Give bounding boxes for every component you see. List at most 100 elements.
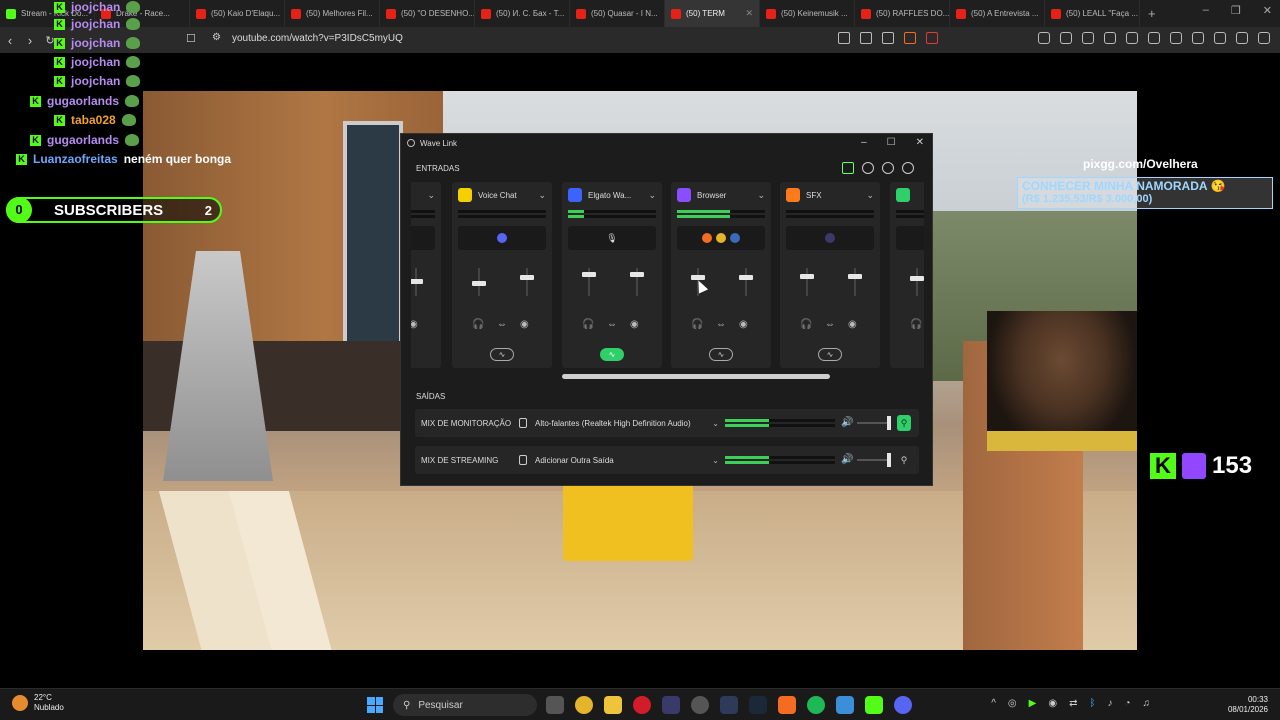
- minimize-icon[interactable]: –: [1203, 4, 1209, 17]
- headphones-icon[interactable]: 🎧: [910, 319, 922, 330]
- steam-icon[interactable]: [749, 696, 767, 714]
- extension-icon[interactable]: [1060, 32, 1072, 44]
- windows-start-icon[interactable]: [367, 697, 383, 713]
- listen-ear-icon[interactable]: ⚲: [897, 452, 911, 468]
- file-explorer-icon[interactable]: [604, 696, 622, 714]
- microphone-icon[interactable]: ♪: [1107, 698, 1112, 709]
- effects-toggle-icon[interactable]: ∿: [490, 348, 514, 361]
- obs-icon[interactable]: [691, 696, 709, 714]
- settings-gear-icon[interactable]: [882, 162, 894, 174]
- stream-fader-knob[interactable]: [520, 275, 534, 280]
- spotify-icon[interactable]: [807, 696, 825, 714]
- close-icon[interactable]: ✕: [916, 137, 924, 148]
- channel-apps[interactable]: [786, 226, 874, 250]
- leo-ai-icon[interactable]: [1214, 32, 1226, 44]
- channels-scrollbar[interactable]: [562, 374, 830, 379]
- broadcast-icon[interactable]: ◉: [739, 319, 748, 330]
- monitor-fader-knob[interactable]: [472, 281, 486, 286]
- channel-header[interactable]: ⌄: [896, 188, 924, 202]
- weather-widget[interactable]: 22°C Nublado: [12, 693, 64, 713]
- broadcast-icon[interactable]: ◉: [848, 319, 857, 330]
- site-info-icon[interactable]: ⚙: [212, 32, 221, 43]
- extensions-puzzle-icon[interactable]: [1126, 32, 1138, 44]
- link-icon[interactable]: ⇔: [607, 319, 617, 330]
- output-device-select[interactable]: Alto-falantes (Realtek High Definition A…: [519, 413, 719, 433]
- chevron-up-icon[interactable]: ^: [991, 698, 996, 709]
- extension-icon[interactable]: [1082, 32, 1094, 44]
- stream-fader-knob[interactable]: [630, 272, 644, 277]
- browser-tab[interactable]: (50) Melhores Fil...: [285, 0, 380, 27]
- brave-icon[interactable]: [778, 696, 796, 714]
- channel-header[interactable]: Elgato Wa... ⌄: [568, 188, 656, 202]
- headphones-icon[interactable]: 🎧: [800, 319, 812, 330]
- volume-icon[interactable]: 🔊: [841, 454, 853, 465]
- plugin-icon[interactable]: [842, 162, 854, 174]
- brave-shield-icon[interactable]: [904, 32, 916, 44]
- maximize-icon[interactable]: ☐: [887, 137, 896, 148]
- stream-fader-knob[interactable]: [411, 279, 423, 284]
- forward-icon[interactable]: ›: [20, 33, 40, 48]
- browser-tab[interactable]: (50) TERM ✕: [665, 0, 760, 27]
- chevron-down-icon[interactable]: ⌄: [648, 190, 656, 201]
- listen-ear-icon[interactable]: ⚲: [897, 415, 911, 431]
- bookmark-icon[interactable]: ☐: [186, 32, 196, 45]
- link-icon[interactable]: ⇔: [497, 319, 507, 330]
- extension-icon[interactable]: [1104, 32, 1116, 44]
- discord-icon[interactable]: [894, 696, 912, 714]
- browser-tab[interactable]: (50) LEALL "Faça ...: [1045, 0, 1140, 27]
- channel-header[interactable]: SFX ⌄: [786, 188, 874, 202]
- browser-tab[interactable]: (50) RAFFLES DO...: [855, 0, 950, 27]
- chevron-down-icon[interactable]: ⌄: [538, 190, 546, 201]
- taskbar-clock[interactable]: 00:33 08/01/2026: [1228, 695, 1268, 715]
- tray-app-icon[interactable]: ◎: [1008, 698, 1017, 709]
- effects-toggle-icon[interactable]: ∿: [709, 348, 733, 361]
- stream-fader-knob[interactable]: [848, 274, 862, 279]
- effects-toggle-icon[interactable]: ∿: [600, 348, 624, 361]
- minimize-icon[interactable]: –: [861, 137, 867, 148]
- wallet-icon[interactable]: [1192, 32, 1204, 44]
- url-text[interactable]: youtube.com/watch?v=P3IDsC5myUQ: [232, 33, 403, 44]
- task-view-icon[interactable]: [546, 696, 564, 714]
- channel-apps[interactable]: [458, 226, 546, 250]
- volume-icon[interactable]: ♫: [1143, 698, 1151, 709]
- kick-app-icon[interactable]: [865, 696, 883, 714]
- menu-icon[interactable]: [1258, 32, 1270, 44]
- browser-tab[interactable]: (50) "O DESENHO...: [380, 0, 475, 27]
- voice-focus-icon[interactable]: [862, 162, 874, 174]
- wave-link-taskbar-icon[interactable]: [720, 696, 738, 714]
- channel-header[interactable]: Browser ⌄: [677, 188, 765, 202]
- tray-app-icon[interactable]: ◉: [1048, 698, 1057, 709]
- vpn-icon[interactable]: [1236, 32, 1248, 44]
- zoom-icon[interactable]: [882, 32, 894, 44]
- headphones-icon[interactable]: 🎧: [472, 319, 484, 330]
- tray-play-icon[interactable]: ▶: [1029, 698, 1037, 709]
- channel-header[interactable]: Voice Chat ⌄: [458, 188, 546, 202]
- channel-header[interactable]: ⌄: [411, 188, 435, 202]
- app-icon[interactable]: [662, 696, 680, 714]
- chrome-icon[interactable]: [575, 696, 593, 714]
- monitor-fader-knob[interactable]: [800, 274, 814, 279]
- channel-apps[interactable]: [896, 226, 924, 250]
- broadcast-icon[interactable]: ◉: [520, 319, 529, 330]
- broadcast-icon[interactable]: ◉: [630, 319, 639, 330]
- output-device-select[interactable]: Adicionar Outra Saída ⌄: [519, 450, 719, 470]
- stream-fader-knob[interactable]: [739, 275, 753, 280]
- brave-rewards-icon[interactable]: [926, 32, 938, 44]
- taskbar-search[interactable]: ⚲ Pesquisar: [393, 694, 537, 716]
- new-tab-icon[interactable]: +: [1148, 6, 1156, 21]
- bluetooth-icon[interactable]: ᛒ: [1089, 698, 1095, 709]
- chevron-down-icon[interactable]: ⌄: [866, 190, 874, 201]
- mix-volume-knob[interactable]: [887, 416, 891, 430]
- chevron-down-icon[interactable]: ⌄: [757, 190, 765, 201]
- browser-tab[interactable]: (50) Keinemusik ...: [760, 0, 855, 27]
- channel-apps[interactable]: +52: [411, 226, 435, 250]
- chevron-down-icon[interactable]: ⌄: [427, 190, 435, 201]
- sidebar-icon[interactable]: [1170, 32, 1182, 44]
- back-icon[interactable]: ‹: [0, 33, 20, 48]
- media-icon[interactable]: [1148, 32, 1160, 44]
- channel-apps[interactable]: 🎙: [568, 226, 656, 250]
- opera-icon[interactable]: [633, 696, 651, 714]
- chevron-down-icon[interactable]: ⌄: [712, 419, 719, 428]
- browser-tab[interactable]: (50) Quasar - I N...: [570, 0, 665, 27]
- broadcast-icon[interactable]: ◉: [411, 319, 418, 330]
